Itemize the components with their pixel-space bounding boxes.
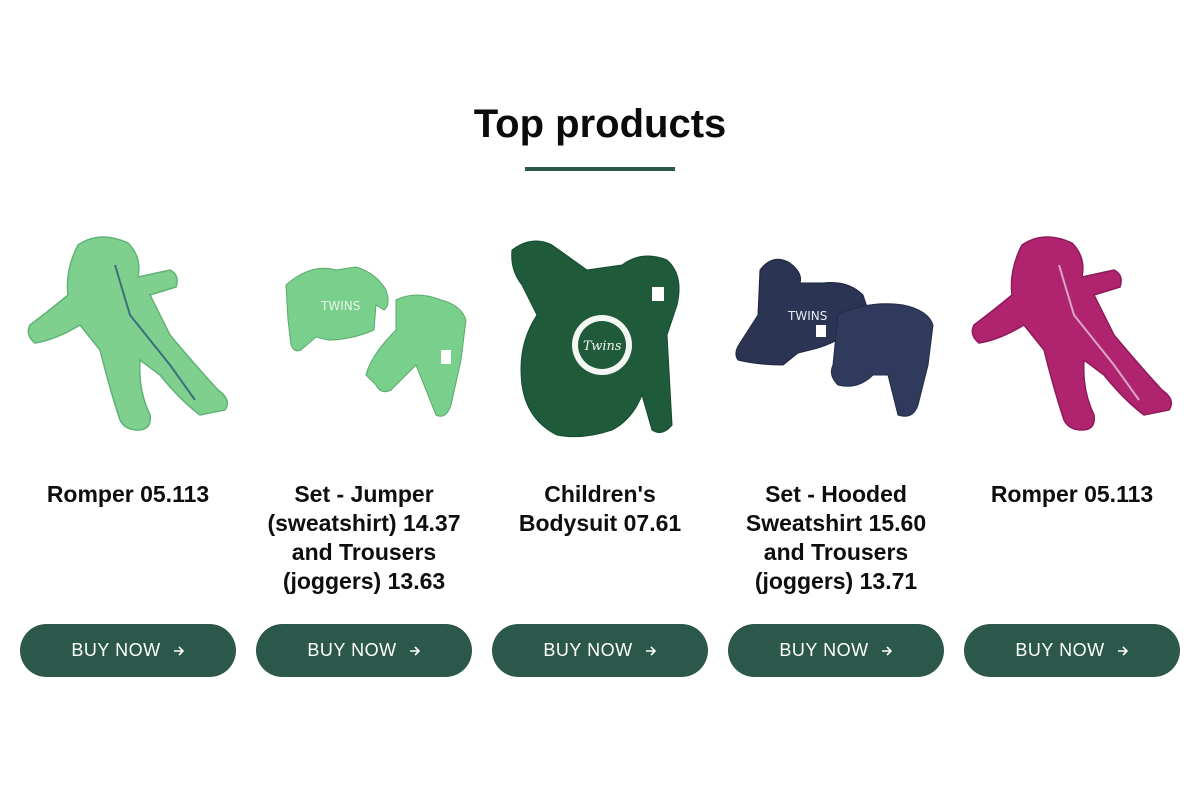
arrow-right-icon	[173, 645, 184, 656]
product-image-green-romper[interactable]	[20, 225, 236, 445]
product-name[interactable]: Set - Hooded Sweatshirt 15.60 and Trouse…	[728, 480, 944, 596]
product-image-dark-green-bodysuit[interactable]: Twins	[492, 225, 708, 445]
product-grid: Romper 05.113 BUY NOW TWINS Set - Jumper…	[20, 225, 1180, 685]
product-name[interactable]: Romper 05.113	[964, 480, 1180, 509]
svg-text:TWINS: TWINS	[320, 299, 360, 313]
buy-now-button[interactable]: BUY NOW	[20, 624, 236, 677]
product-image-green-jumper-set[interactable]: TWINS	[256, 225, 472, 445]
product-image-magenta-romper[interactable]	[964, 225, 1180, 445]
product-name[interactable]: Set - Jumper (sweatshirt) 14.37 and Trou…	[256, 480, 472, 596]
arrow-right-icon	[409, 645, 420, 656]
svg-text:TWINS: TWINS	[787, 309, 827, 323]
top-products-section: Top products Romper 05.113 BUY NOW TWINS	[0, 0, 1200, 797]
section-title: Top products	[473, 102, 727, 146]
arrow-right-icon	[1117, 645, 1128, 656]
arrow-right-icon	[645, 645, 656, 656]
product-name[interactable]: Romper 05.113	[20, 480, 236, 509]
buy-now-button[interactable]: BUY NOW	[728, 624, 944, 677]
arrow-right-icon	[881, 645, 892, 656]
product-card: Twins Children's Bodysuit 07.61 BUY NOW	[492, 225, 708, 677]
product-card: TWINS Set - Jumper (sweatshirt) 14.37 an…	[256, 225, 472, 677]
title-underline	[525, 167, 675, 171]
product-image-navy-hoodie-set[interactable]: TWINS	[728, 225, 944, 445]
buy-now-button[interactable]: BUY NOW	[256, 624, 472, 677]
svg-text:Twins: Twins	[583, 339, 622, 354]
buy-now-button[interactable]: BUY NOW	[964, 624, 1180, 677]
product-card: Romper 05.113 BUY NOW	[20, 225, 236, 677]
product-name[interactable]: Children's Bodysuit 07.61	[492, 480, 708, 538]
product-card: TWINS Set - Hooded Sweatshirt 15.60 and …	[728, 225, 944, 677]
buy-now-button[interactable]: BUY NOW	[492, 624, 708, 677]
product-card: Romper 05.113 BUY NOW	[964, 225, 1180, 677]
